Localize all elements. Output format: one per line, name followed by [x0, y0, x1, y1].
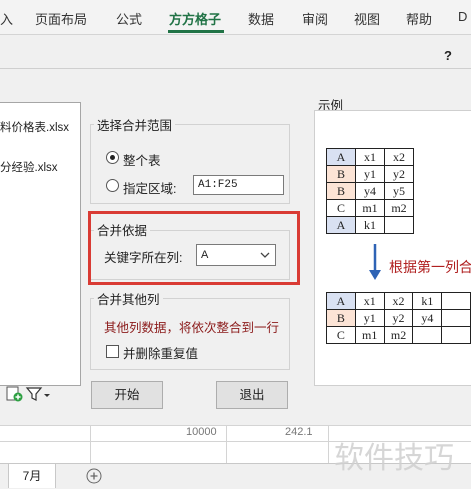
other-columns-title: 合并其他列 — [94, 289, 163, 308]
table-row: A k1 — [326, 216, 414, 234]
tab-fangfang-gezi[interactable]: 方方格子 — [169, 9, 221, 28]
table-cell: C — [326, 199, 356, 217]
table-cell: C — [326, 326, 356, 344]
table-cell: A — [326, 292, 356, 310]
dialog-title-separator — [0, 68, 471, 69]
sheet-tab[interactable]: 7月 — [8, 464, 56, 488]
table-row: C m1 m2 — [326, 326, 471, 344]
tab-view[interactable]: 视图 — [354, 9, 380, 28]
table-cell: y2 — [384, 165, 414, 183]
table-cell: y1 — [354, 309, 385, 327]
table-cell: m1 — [354, 326, 385, 344]
help-icon[interactable]: ? — [444, 48, 452, 63]
tab-page-layout[interactable]: 页面布局 — [35, 9, 87, 28]
table-cell[interactable]: 10000 — [186, 426, 217, 438]
radio-specified-range-label[interactable]: 指定区域: — [123, 178, 176, 197]
table-cell: y4 — [412, 309, 443, 327]
table-cell: y1 — [355, 165, 385, 183]
table-row: B y4 y5 — [326, 182, 414, 200]
file-toolbar — [6, 385, 54, 406]
table-cell: m2 — [383, 326, 414, 344]
table-cell: k1 — [412, 292, 443, 310]
table-cell: k1 — [355, 216, 385, 234]
gridline — [328, 425, 329, 463]
active-tab-indicator — [168, 30, 224, 33]
tab-data[interactable]: 数据 — [248, 9, 274, 28]
table-cell[interactable]: 242.1 — [285, 426, 313, 438]
table-cell: x1 — [354, 292, 385, 310]
table-cell: A — [326, 148, 356, 166]
table-cell: x2 — [383, 292, 414, 310]
range-input[interactable]: A1:F25 — [193, 175, 284, 195]
tab-d[interactable]: D — [458, 9, 467, 24]
table-cell: x2 — [384, 148, 414, 166]
table-cell: m2 — [384, 199, 414, 217]
tab-review[interactable]: 审阅 — [302, 9, 328, 28]
watermark: 软件技巧 — [334, 442, 454, 475]
table-cell: y5 — [384, 182, 414, 200]
table-row: C m1 m2 — [326, 199, 414, 217]
gridline — [226, 425, 227, 463]
add-sheet-icon[interactable] — [86, 468, 102, 484]
dedupe-checkbox[interactable] — [106, 345, 119, 358]
radio-whole-table-label[interactable]: 整个表 — [123, 150, 161, 169]
table-cell — [412, 326, 443, 344]
gridline — [90, 425, 91, 463]
table-cell: x1 — [355, 148, 385, 166]
table-cell: A — [326, 216, 356, 234]
file-list[interactable]: 料价格表.xlsx 分经验.xlsx — [0, 102, 81, 386]
start-button[interactable]: 开始 — [91, 381, 163, 409]
arrow-down-icon — [369, 244, 381, 280]
file-item[interactable]: 料价格表.xlsx — [0, 119, 69, 135]
table-cell: m1 — [355, 199, 385, 217]
tab-formulas[interactable]: 公式 — [116, 9, 142, 28]
table-cell — [441, 292, 471, 310]
tab-insert[interactable]: 入 — [0, 9, 13, 28]
table-row: B y1 y2 — [326, 165, 414, 183]
table-cell: B — [326, 182, 356, 200]
ribbon-tab-bar: 入 页面布局 公式 方方格子 数据 审阅 视图 帮助 D — [0, 0, 471, 35]
example-arrow-text: 根据第一列合 — [389, 259, 471, 275]
table-cell: y4 — [355, 182, 385, 200]
example-after-table: A x1 x2 k1 B y1 y2 y4 C m1 m2 — [326, 292, 471, 344]
table-cell: B — [326, 165, 356, 183]
add-file-icon[interactable] — [6, 385, 54, 403]
table-row: A x1 x2 k1 — [326, 292, 471, 310]
highlight-box — [88, 211, 300, 285]
radio-whole-table[interactable] — [106, 151, 119, 164]
tab-help[interactable]: 帮助 — [406, 9, 432, 28]
example-before-table: A x1 x2 B y1 y2 B y4 y5 C m1 m2 A k1 — [326, 148, 414, 234]
table-cell — [441, 326, 471, 344]
table-cell — [441, 309, 471, 327]
table-cell — [384, 216, 414, 234]
range-group-title: 选择合并范围 — [94, 115, 176, 134]
table-cell: y2 — [383, 309, 414, 327]
table-row: A x1 x2 — [326, 148, 414, 166]
file-item[interactable]: 分经验.xlsx — [0, 159, 58, 175]
table-row: B y1 y2 y4 — [326, 309, 471, 327]
dedupe-label[interactable]: 并删除重复值 — [123, 343, 198, 362]
gridline — [0, 425, 471, 426]
exit-button[interactable]: 退出 — [216, 381, 288, 409]
table-cell: B — [326, 309, 356, 327]
radio-specified-range[interactable] — [106, 179, 119, 192]
other-columns-note: 其他列数据，将依次整合到一行 — [104, 321, 280, 335]
